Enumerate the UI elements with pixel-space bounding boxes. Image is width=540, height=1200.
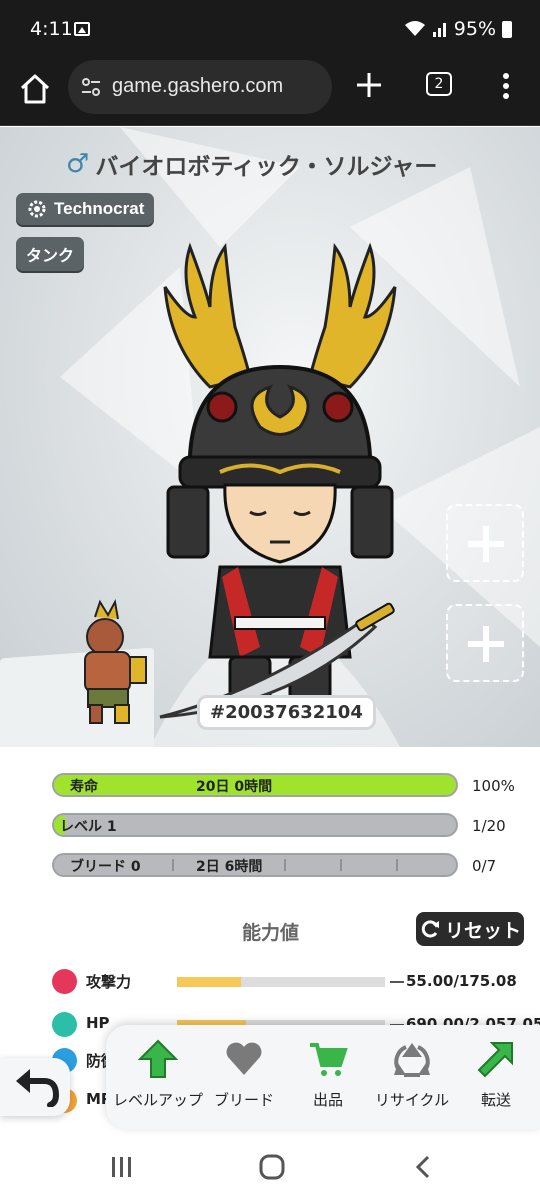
- stat-tick: [390, 981, 404, 983]
- hero-name-text: バイオロボティック・ソルジャー: [95, 154, 438, 180]
- lifespan-bar: 寿命 20日 0時間: [52, 773, 458, 797]
- url-bar[interactable]: game.gashero.com: [68, 60, 332, 114]
- hero-id-badge: #20037632104: [197, 695, 376, 730]
- equipment-slot-2[interactable]: [446, 604, 524, 682]
- battery-icon: [502, 20, 512, 38]
- battery-percent: 95%: [453, 18, 496, 40]
- level-up-button[interactable]: レベルアップ: [112, 1039, 204, 1110]
- status-time: 4:11: [30, 18, 73, 40]
- secondary-hero-thumbnail[interactable]: [60, 597, 160, 727]
- hero-character: [159, 242, 397, 729]
- wifi-icon: [404, 21, 425, 36]
- equipment-slot-1[interactable]: [446, 504, 524, 582]
- lifespan-label: 寿命: [70, 779, 98, 795]
- breed-bar: ブリード 0 2日 6時間: [52, 853, 458, 877]
- action-bar: レベルアップ ブリード 出品 リサイクル 転送: [106, 1025, 540, 1129]
- breed-timer: 2日 6時間: [196, 859, 263, 875]
- new-tab-icon[interactable]: [354, 70, 384, 100]
- site-settings-icon[interactable]: [80, 76, 102, 98]
- recycle-icon: [394, 1043, 430, 1077]
- hero-name: ♂ バイオロボティック・ソルジャー: [66, 147, 437, 181]
- lifespan-value: 20日 0時間: [196, 779, 273, 795]
- recycle-button[interactable]: リサイクル: [366, 1039, 458, 1110]
- recycle-label: リサイクル: [374, 1091, 450, 1109]
- more-menu-icon[interactable]: [496, 70, 516, 102]
- undo-arrow-icon: [16, 1069, 60, 1107]
- level-value: 1/20: [472, 817, 506, 835]
- male-icon: ♂: [66, 149, 90, 179]
- transfer-label: 転送: [480, 1091, 511, 1109]
- status-bar: 4:11 95%: [0, 0, 540, 60]
- breed-label: ブリード 0: [70, 859, 141, 875]
- breed-segment-divider: [284, 859, 286, 871]
- breed-segment-divider: [396, 859, 398, 871]
- stat-bar: [177, 977, 385, 987]
- breed-count: 0/7: [472, 857, 497, 875]
- arrow-diagonal-icon: [477, 1042, 513, 1078]
- arrow-up-icon: [138, 1039, 178, 1078]
- level-up-label: レベルアップ: [112, 1091, 203, 1109]
- home-icon[interactable]: [18, 72, 52, 106]
- ability-stat-row: 攻撃力 55.00/175.08: [52, 969, 517, 995]
- role-badge[interactable]: タンク: [16, 237, 85, 271]
- signal-icon: [432, 23, 446, 37]
- url-text: game.gashero.com: [112, 75, 284, 97]
- back-nav-icon[interactable]: [414, 1155, 434, 1179]
- gear-icon: [28, 200, 46, 218]
- stat-name: 攻撃力: [86, 973, 132, 991]
- image-notification-icon: [74, 22, 90, 36]
- breed-label: ブリード: [213, 1091, 274, 1109]
- stat-value: 55.00/175.08: [406, 972, 517, 990]
- cart-icon: [310, 1043, 348, 1076]
- browser-toolbar: game.gashero.com 2: [0, 60, 540, 126]
- recent-apps-icon[interactable]: [110, 1155, 134, 1179]
- class-label: Technocrat: [54, 199, 145, 218]
- back-button[interactable]: [0, 1058, 70, 1116]
- reset-button[interactable]: リセット: [416, 912, 524, 946]
- breed-button[interactable]: ブリード: [198, 1039, 290, 1110]
- heart-icon: [226, 1042, 262, 1075]
- transfer-button[interactable]: 転送: [450, 1039, 540, 1110]
- level-label: レベル 1: [60, 819, 117, 835]
- breed-segment-divider: [172, 859, 174, 871]
- home-nav-icon[interactable]: [259, 1154, 285, 1180]
- stat-bar-fill: [177, 977, 242, 987]
- stat-icon: [52, 969, 77, 994]
- breed-segment-divider: [340, 859, 342, 871]
- abilities-title: 能力値: [242, 922, 300, 944]
- system-indicators: 95%: [404, 18, 512, 40]
- class-badge[interactable]: Technocrat: [16, 193, 155, 225]
- tab-switcher-button[interactable]: 2: [426, 72, 452, 96]
- lifespan-percent: 100%: [472, 777, 515, 795]
- list-for-sale-button[interactable]: 出品: [282, 1039, 374, 1110]
- add-icon: [468, 526, 504, 562]
- stat-icon: [52, 1012, 77, 1037]
- system-nav-bar: [0, 1135, 540, 1200]
- reset-label: リセット: [444, 919, 521, 942]
- list-for-sale-label: 出品: [312, 1091, 343, 1109]
- hero-display: ♂ バイオロボティック・ソルジャー Technocrat タンク #200376…: [0, 127, 540, 747]
- refresh-icon: [421, 920, 439, 938]
- stat-name: HP: [86, 1014, 110, 1032]
- add-icon: [468, 626, 504, 662]
- level-bar: レベル 1: [52, 813, 458, 837]
